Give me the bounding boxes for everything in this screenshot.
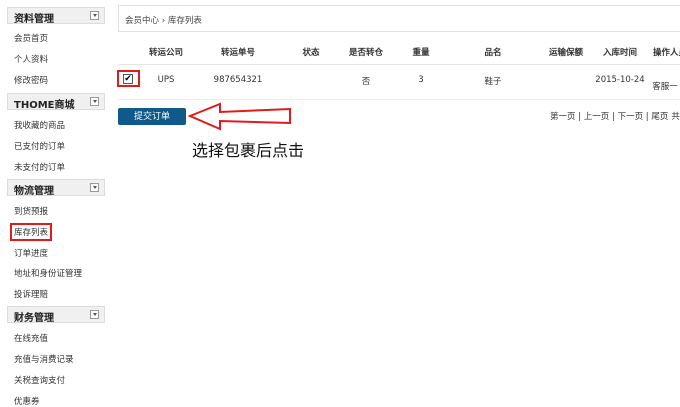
sidebar-item-address-id[interactable]: 地址和身份证管理 bbox=[14, 267, 82, 279]
breadcrumb-separator: › bbox=[161, 16, 166, 26]
sidebar-item-profile[interactable]: 个人资料 bbox=[14, 53, 48, 65]
column-header-tracking-no: 转运单号 bbox=[220, 48, 256, 58]
column-header-transfer: 是否转仓 bbox=[348, 48, 384, 58]
sidebar-item-paid-orders[interactable]: 已支付的订单 bbox=[14, 140, 65, 152]
column-header-company: 转运公司 bbox=[148, 48, 184, 58]
section-header-profile[interactable]: 资料管理 bbox=[7, 7, 105, 25]
section-header-mall[interactable]: THOME商城 bbox=[7, 93, 105, 111]
sidebar: 资料管理 会员首页 个人资料 修改密码 THOME商城 我收藏的商品 已支付的订… bbox=[0, 0, 108, 407]
cell-company: UPS bbox=[157, 75, 175, 85]
pager-first[interactable]: 第一页 bbox=[550, 112, 576, 122]
column-header-status: 状态 bbox=[302, 48, 320, 58]
pagination: 第一页 | 上一页 | 下一页 | 尾页共有 bbox=[550, 110, 680, 122]
section-title: 资料管理 bbox=[14, 14, 54, 25]
row-select-highlight: ✔ bbox=[117, 70, 140, 87]
row-select-checkbox[interactable]: ✔ bbox=[123, 74, 133, 84]
sidebar-item-inventory-list[interactable]: 库存列表 bbox=[10, 223, 53, 241]
sidebar-item-complaints[interactable]: 投诉理赔 bbox=[14, 288, 48, 300]
pager-total: 共有 bbox=[671, 112, 680, 122]
sidebar-item-member-home[interactable]: 会员首页 bbox=[14, 32, 48, 44]
sidebar-item-unpaid-orders[interactable]: 未支付的订单 bbox=[14, 161, 65, 173]
cell-product: 鞋子 bbox=[484, 77, 502, 87]
cell-weight: 3 bbox=[418, 75, 424, 85]
cell-transfer: 否 bbox=[361, 77, 371, 87]
sidebar-item-transactions[interactable]: 充值与消费记录 bbox=[14, 353, 74, 365]
chevron-down-icon[interactable] bbox=[90, 11, 99, 20]
pager-prev[interactable]: 上一页 bbox=[584, 112, 610, 122]
section-title: 物流管理 bbox=[14, 186, 54, 197]
chevron-down-icon[interactable] bbox=[90, 183, 99, 192]
breadcrumb: 会员中心 › 库存列表 bbox=[125, 14, 202, 26]
column-header-product: 品名 bbox=[484, 48, 502, 58]
breadcrumb-current: 库存列表 bbox=[167, 16, 202, 26]
table-header-divider bbox=[118, 64, 680, 65]
breadcrumb-home-link[interactable]: 会员中心 bbox=[125, 16, 159, 26]
sidebar-item-customs-payment[interactable]: 关税查询支付 bbox=[14, 374, 65, 386]
section-header-logistics[interactable]: 物流管理 bbox=[7, 179, 105, 197]
pager-next[interactable]: 下一页 bbox=[618, 112, 644, 122]
submit-order-button[interactable]: 提交订单 bbox=[118, 108, 186, 125]
sidebar-item-order-progress[interactable]: 订单进度 bbox=[14, 247, 48, 259]
sidebar-item-favorites[interactable]: 我收藏的商品 bbox=[14, 119, 65, 131]
section-header-finance[interactable]: 财务管理 bbox=[7, 306, 105, 324]
sidebar-item-recharge[interactable]: 在线充值 bbox=[14, 332, 48, 344]
column-header-date: 入库时间 bbox=[602, 48, 638, 58]
annotation-text: 选择包裹后点击 bbox=[192, 141, 305, 160]
cell-operator: 客服一 bbox=[652, 82, 678, 92]
section-title: 财务管理 bbox=[14, 313, 54, 324]
cell-tracking-no: 987654321 bbox=[213, 75, 263, 85]
section-title: THOME商城 bbox=[14, 100, 75, 111]
sidebar-item-change-password[interactable]: 修改密码 bbox=[14, 74, 48, 86]
column-header-operator: 操作人员 bbox=[652, 48, 680, 58]
chevron-down-icon[interactable] bbox=[90, 310, 99, 319]
table-row-divider bbox=[118, 99, 680, 100]
column-header-weight: 重量 bbox=[412, 48, 430, 58]
pager-last[interactable]: 尾页 bbox=[651, 112, 668, 122]
sidebar-item-coupons[interactable]: 优惠券 bbox=[14, 395, 40, 407]
cell-date: 2015-10-24 bbox=[595, 75, 645, 85]
column-header-insured: 运输保额 bbox=[548, 48, 584, 58]
breadcrumb-bar: 会员中心 › 库存列表 bbox=[118, 5, 680, 32]
chevron-down-icon[interactable] bbox=[90, 97, 99, 106]
sidebar-item-arrival-forecast[interactable]: 到货预报 bbox=[14, 205, 48, 217]
pointer-arrow-icon bbox=[188, 102, 291, 131]
